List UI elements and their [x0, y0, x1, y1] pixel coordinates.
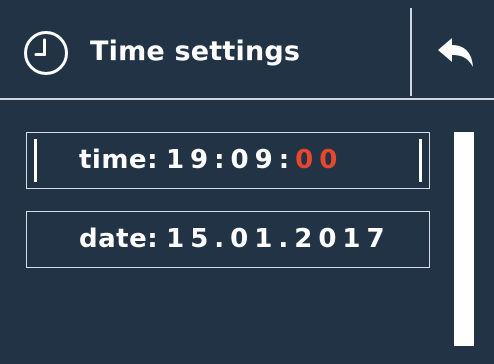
page-title: Time settings	[90, 36, 301, 67]
header-separator	[0, 98, 494, 100]
date-label: date:	[79, 224, 159, 254]
time-field[interactable]: time: 19:09:00	[26, 132, 430, 189]
back-arrow-icon	[438, 38, 473, 67]
clock-icon	[24, 31, 68, 75]
field-cursor-right	[419, 139, 422, 182]
scrollbar[interactable]	[454, 132, 474, 346]
back-button[interactable]	[414, 8, 494, 96]
header-divider	[410, 8, 412, 96]
field-cursor-left	[34, 139, 37, 182]
header: Time settings	[0, 0, 494, 98]
time-field-text: time: 19:09:00	[79, 133, 343, 187]
time-value: 19:09:	[165, 145, 296, 175]
time-seconds-value[interactable]: 00	[295, 145, 343, 175]
time-label: time:	[79, 145, 158, 175]
date-field-text: date: 15.01.2017	[79, 212, 391, 266]
date-value: 15.01.2017	[166, 224, 391, 254]
date-field[interactable]: date: 15.01.2017	[26, 211, 430, 268]
